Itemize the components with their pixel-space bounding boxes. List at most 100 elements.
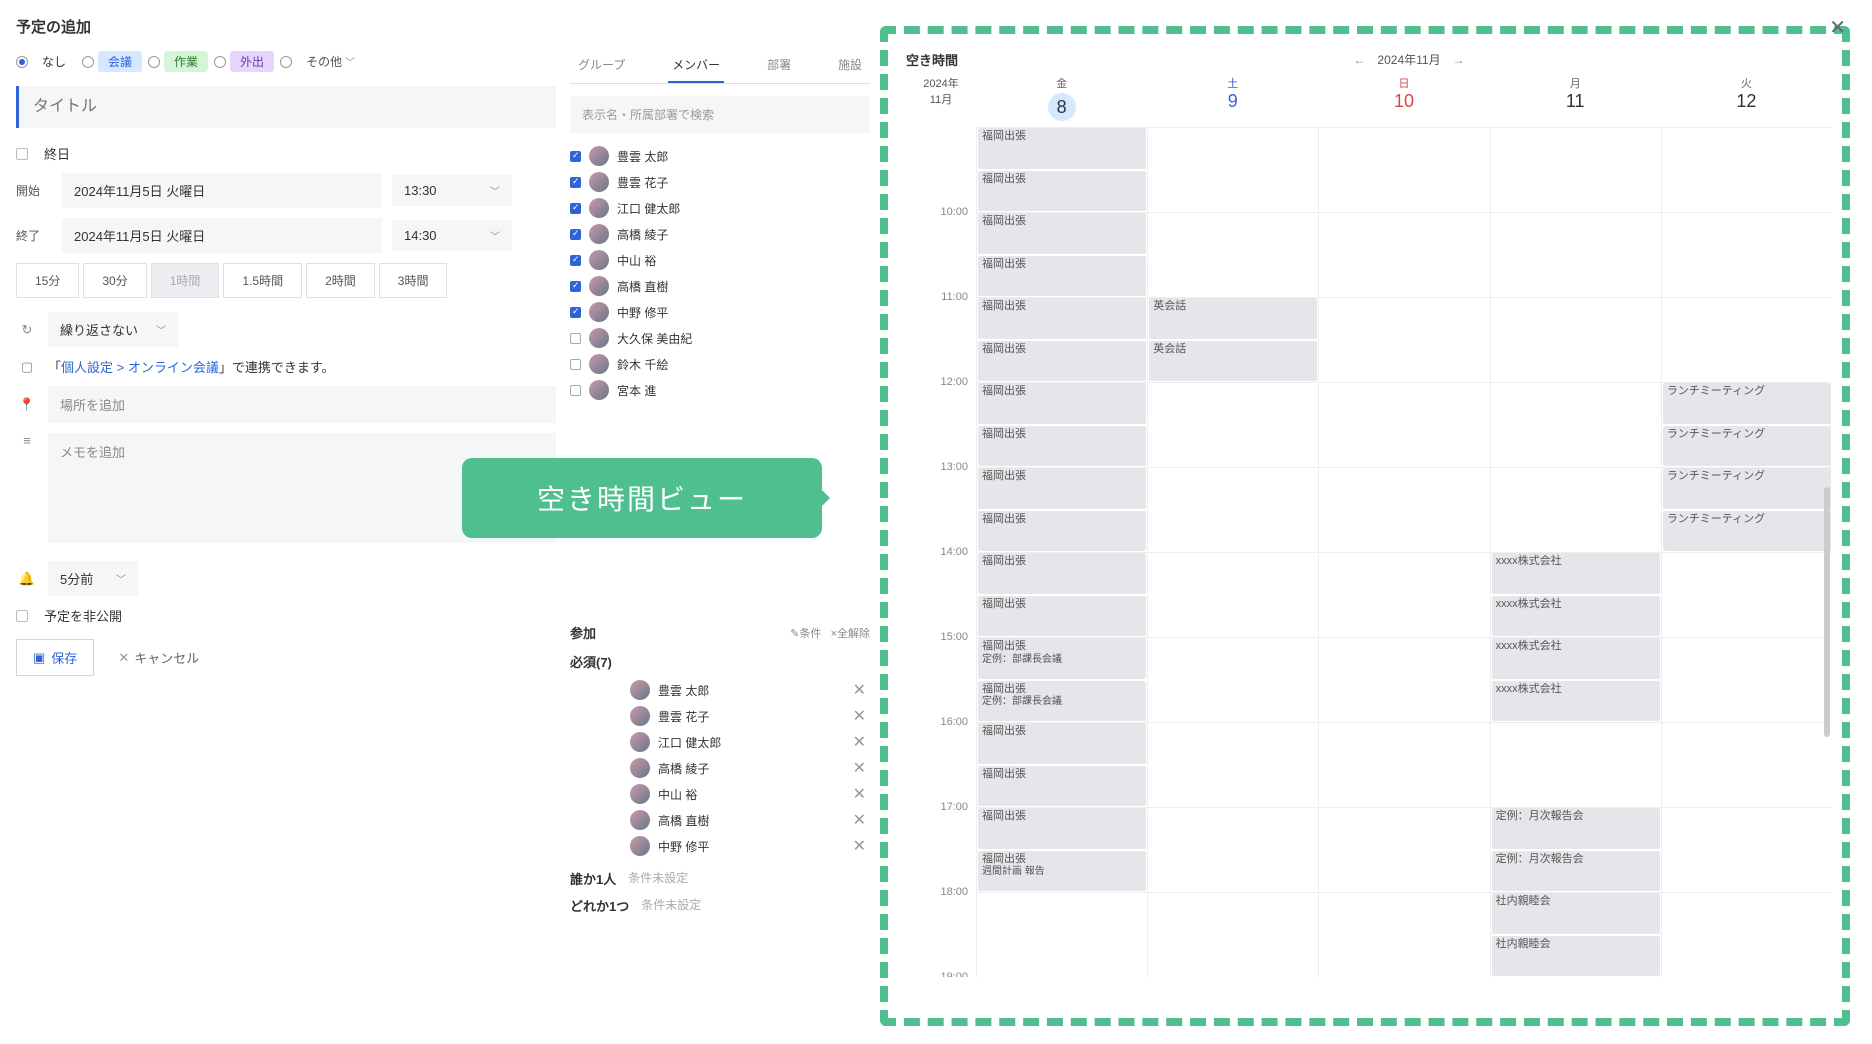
calendar-event[interactable]: 定例：月次報告会 xyxy=(1492,851,1660,892)
start-date-picker[interactable]: 2024年11月5日 火曜日 xyxy=(62,173,382,208)
calendar-event[interactable]: 定例：月次報告会 xyxy=(1492,808,1660,849)
member-checkbox[interactable] xyxy=(570,333,581,344)
calendar-event[interactable]: 福岡出張定例：部課長会議 xyxy=(978,638,1146,679)
day-header[interactable]: 金8 xyxy=(976,75,1147,121)
remove-icon[interactable]: ✕ xyxy=(849,680,870,700)
member-checkbox[interactable] xyxy=(570,177,581,188)
calendar-event[interactable]: 社内親睦会 xyxy=(1492,936,1660,977)
repeat-dropdown[interactable]: 繰り返さない﹀ xyxy=(48,312,178,347)
calendar-event[interactable]: xxxx株式会社 xyxy=(1492,596,1660,637)
duration-15分[interactable]: 15分 xyxy=(16,263,79,298)
scrollbar-thumb[interactable] xyxy=(1824,487,1830,737)
remove-icon[interactable]: ✕ xyxy=(849,784,870,804)
member-checkbox[interactable] xyxy=(570,281,581,292)
tab-施設[interactable]: 施設 xyxy=(834,48,866,83)
calendar-event[interactable]: xxxx株式会社 xyxy=(1492,553,1660,594)
remove-icon[interactable]: ✕ xyxy=(849,706,870,726)
duration-3時間[interactable]: 3時間 xyxy=(379,263,448,298)
edit-conditions-link[interactable]: ✎条件 xyxy=(790,628,821,640)
end-date-picker[interactable]: 2024年11月5日 火曜日 xyxy=(62,218,382,253)
calendar-event[interactable]: 福岡出張 xyxy=(978,171,1146,212)
calendar-event[interactable]: ランチミーティング xyxy=(1663,383,1831,424)
member-checkbox[interactable] xyxy=(570,151,581,162)
duration-30分[interactable]: 30分 xyxy=(83,263,146,298)
all-day-checkbox[interactable] xyxy=(16,148,28,160)
calendar-event[interactable]: 福岡出張 xyxy=(978,553,1146,594)
member-item[interactable]: 豊雲 花子 xyxy=(570,169,870,195)
all-day-row[interactable]: 終日 xyxy=(16,144,556,163)
end-time-picker[interactable]: 14:30﹀ xyxy=(392,220,512,251)
close-panel-button[interactable]: ✕ xyxy=(1829,15,1846,40)
calendar-event[interactable]: 福岡出張定例：部課長会議 xyxy=(978,681,1146,722)
calendar-event[interactable]: 福岡出張 xyxy=(978,723,1146,764)
day-header[interactable]: 日10 xyxy=(1318,75,1489,121)
day-column[interactable]: 英会話英会話 xyxy=(1147,127,1318,977)
day-column[interactable]: xxxx株式会社xxxx株式会社xxxx株式会社xxxx株式会社定例：月次報告会… xyxy=(1490,127,1661,977)
location-input[interactable]: 場所を追加 xyxy=(48,386,556,423)
remove-icon[interactable]: ✕ xyxy=(849,732,870,752)
tab-グループ[interactable]: グループ xyxy=(574,48,629,83)
calendar-event[interactable]: ランチミーティング xyxy=(1663,426,1831,467)
calendar-event[interactable]: ランチミーティング xyxy=(1663,468,1831,509)
calendar-event[interactable]: 福岡出張 xyxy=(978,808,1146,849)
day-column[interactable]: ランチミーティングランチミーティングランチミーティングランチミーティング xyxy=(1661,127,1832,977)
prev-month-button[interactable]: ← xyxy=(1353,53,1365,67)
calendar-event[interactable]: 社内親睦会 xyxy=(1492,893,1660,934)
category-外出[interactable]: 外出 xyxy=(214,51,274,72)
member-checkbox[interactable] xyxy=(570,307,581,318)
member-item[interactable]: 鈴木 千絵 xyxy=(570,351,870,377)
start-time-picker[interactable]: 13:30﹀ xyxy=(392,175,512,206)
member-item[interactable]: 宮本 進 xyxy=(570,377,870,403)
day-header[interactable]: 火12 xyxy=(1661,75,1832,121)
calendar-event[interactable]: 福岡出張 xyxy=(978,256,1146,297)
member-item[interactable]: 江口 健太郎 xyxy=(570,195,870,221)
member-search-input[interactable]: 表示名・所属部署で検索 xyxy=(570,96,870,133)
calendar-event[interactable]: 福岡出張 xyxy=(978,511,1146,552)
category-会議[interactable]: 会議 xyxy=(82,51,142,72)
day-column[interactable]: 福岡出張福岡出張福岡出張福岡出張福岡出張福岡出張福岡出張福岡出張福岡出張福岡出張… xyxy=(976,127,1147,977)
calendar-event[interactable]: 福岡出張 xyxy=(978,128,1146,169)
day-header[interactable]: 土9 xyxy=(1147,75,1318,121)
calendar-event[interactable]: 福岡出張 xyxy=(978,766,1146,807)
category-作業[interactable]: 作業 xyxy=(148,51,208,72)
member-checkbox[interactable] xyxy=(570,229,581,240)
member-item[interactable]: 大久保 美由紀 xyxy=(570,325,870,351)
tab-部署[interactable]: 部署 xyxy=(763,48,795,83)
member-item[interactable]: 中山 裕 xyxy=(570,247,870,273)
clear-all-link[interactable]: ×全解除 xyxy=(831,628,870,640)
calendar-event[interactable]: 福岡出張 xyxy=(978,213,1146,254)
category-その他[interactable]: その他 ﹀ xyxy=(280,51,365,72)
calendar-event[interactable]: 福岡出張 xyxy=(978,341,1146,382)
cancel-button[interactable]: ✕ キャンセル xyxy=(104,640,213,675)
remove-icon[interactable]: ✕ xyxy=(849,836,870,856)
remove-icon[interactable]: ✕ xyxy=(849,758,870,778)
title-input[interactable] xyxy=(16,86,556,128)
calendar-event[interactable]: 福岡出張週間計画 報告 xyxy=(978,851,1146,892)
calendar-event[interactable]: 福岡出張 xyxy=(978,426,1146,467)
member-item[interactable]: 高橋 綾子 xyxy=(570,221,870,247)
online-settings-link[interactable]: 個人設定 > オンライン会議 xyxy=(61,360,219,375)
calendar-event[interactable]: xxxx株式会社 xyxy=(1492,638,1660,679)
calendar-event[interactable]: 福岡出張 xyxy=(978,298,1146,339)
day-column[interactable] xyxy=(1318,127,1489,977)
member-item[interactable]: 豊雲 太郎 xyxy=(570,143,870,169)
member-checkbox[interactable] xyxy=(570,203,581,214)
duration-2時間[interactable]: 2時間 xyxy=(306,263,375,298)
private-checkbox[interactable] xyxy=(16,610,28,622)
calendar-event[interactable]: xxxx株式会社 xyxy=(1492,681,1660,722)
duration-1.5時間[interactable]: 1.5時間 xyxy=(223,263,302,298)
category-なし[interactable]: なし xyxy=(16,51,76,72)
reminder-dropdown[interactable]: 5分前﹀ xyxy=(48,561,138,596)
remove-icon[interactable]: ✕ xyxy=(849,810,870,830)
save-button[interactable]: ▣ 保存 xyxy=(16,639,94,676)
calendar-event[interactable]: 福岡出張 xyxy=(978,596,1146,637)
calendar-event[interactable]: 英会話 xyxy=(1149,341,1317,382)
member-item[interactable]: 中野 修平 xyxy=(570,299,870,325)
calendar-event[interactable]: 福岡出張 xyxy=(978,383,1146,424)
calendar-event[interactable]: 福岡出張 xyxy=(978,468,1146,509)
duration-1時間[interactable]: 1時間 xyxy=(151,263,220,298)
member-item[interactable]: 高橋 直樹 xyxy=(570,273,870,299)
calendar-grid[interactable]: 福岡出張福岡出張福岡出張福岡出張福岡出張福岡出張福岡出張福岡出張福岡出張福岡出張… xyxy=(976,127,1832,977)
next-month-button[interactable]: → xyxy=(1453,53,1465,67)
tab-メンバー[interactable]: メンバー xyxy=(668,48,724,83)
